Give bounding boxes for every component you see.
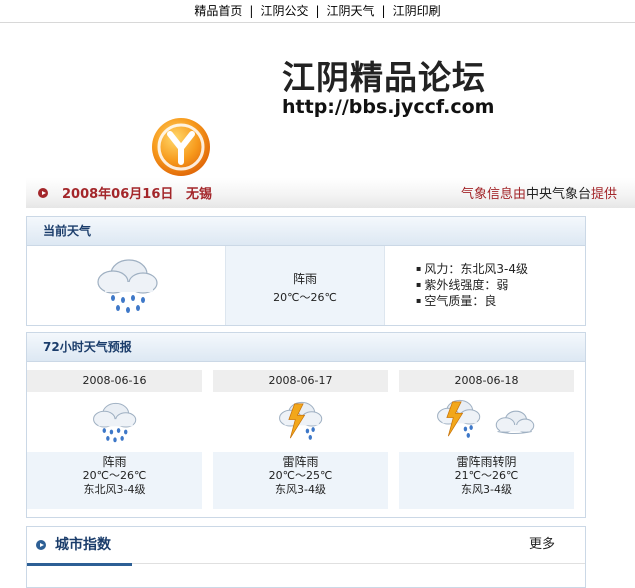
current-weather-icon-cell	[27, 246, 225, 325]
thunderstorm-icon	[437, 399, 481, 438]
rain-cloud-icon	[97, 259, 158, 313]
city-index-panel: 城市指数 更多	[26, 526, 586, 588]
current-date: 2008年06月16日	[62, 187, 174, 202]
forecast-wind: 东风3-4级	[461, 483, 512, 496]
nav-divider	[0, 22, 635, 23]
source-prefix: 气象信息由	[460, 187, 526, 202]
forecast-day: 2008-06-16 阵雨 20℃～26℃ 东北风3-4级	[27, 370, 202, 509]
top-nav: 精品首页 | 江阴公交 | 江阴天气 | 江阴印刷	[0, 0, 635, 23]
forecast-weather: 雷阵雨转阴	[456, 455, 517, 469]
forecast-info: 阵雨 20℃～26℃ 东北风3-4级	[27, 452, 202, 509]
wind-detail: 风力：东北风3-4级	[416, 261, 584, 277]
nav-bus-link[interactable]: 江阴公交	[253, 4, 315, 18]
forecast-day: 2008-06-17 雷阵雨 20℃～25℃ 东风3-4级	[213, 370, 388, 509]
forecast-temp: 20℃～25℃	[268, 469, 333, 482]
title-underline	[27, 563, 132, 566]
arrow-bullet-icon	[38, 188, 48, 198]
forecast-icon-cell	[399, 392, 574, 452]
forecast-temp: 21℃～26℃	[454, 469, 519, 482]
forecast-temp: 20℃～26℃	[82, 469, 147, 482]
nav-weather-link[interactable]: 江阴天气	[320, 4, 382, 18]
date-bar: 2008年06月16日 无锡 气象信息由中央气象台提供	[26, 178, 635, 208]
forecast-wind: 东风3-4级	[275, 483, 326, 496]
forecast-weather: 雷阵雨	[282, 455, 319, 469]
forecast-date: 2008-06-17	[213, 370, 388, 392]
data-source: 气象信息由中央气象台提供	[461, 183, 617, 202]
forecast-date: 2008-06-18	[399, 370, 574, 392]
forecast-date: 2008-06-16	[27, 370, 202, 392]
forecast-weather: 阵雨	[102, 455, 127, 469]
more-link[interactable]: 更多	[529, 527, 555, 563]
current-temp-range: 20℃～26℃	[273, 291, 337, 304]
thunderstorm-icon	[279, 401, 323, 440]
forecast-day: 2008-06-18 雷阵雨转阴 21℃～26℃ 东风3-4级	[399, 370, 574, 509]
current-weather-summary: 阵雨 20℃～26℃	[225, 246, 385, 325]
forecast-header: 72小时天气预报	[27, 333, 585, 362]
nav-separator: |	[381, 4, 386, 18]
nav-home-link[interactable]: 精品首页	[187, 4, 249, 18]
source-suffix: 提供	[590, 187, 617, 202]
source-org: 中央气象台	[525, 187, 591, 202]
rain-cloud-icon	[93, 402, 137, 443]
city-index-header: 城市指数 更多	[27, 527, 585, 566]
site-logo-url: http://bbs.jyccf.com	[282, 96, 495, 118]
forecast-icon-cell	[213, 392, 388, 452]
current-weather-text: 阵雨	[292, 272, 317, 286]
air-quality-detail: 空气质量：良	[416, 293, 584, 309]
forecast-panel: 72小时天气预报 2008-06-16 阵雨 20℃～26℃ 东北风3-4级 2…	[26, 332, 586, 518]
overcast-icon	[495, 410, 535, 435]
arrow-bullet-icon	[36, 540, 46, 550]
site-logo-title: 江阴精品论坛	[282, 58, 486, 97]
forecast-wind: 东北风3-4级	[83, 483, 146, 496]
current-weather-header: 当前天气	[27, 217, 585, 246]
city-index-title: 城市指数	[55, 537, 111, 553]
city-name: 无锡	[186, 187, 213, 202]
uv-detail: 紫外线强度：弱	[416, 277, 584, 293]
current-weather-details: 风力：东北风3-4级 紫外线强度：弱 空气质量：良	[384, 246, 584, 325]
forecast-icon-cell	[27, 392, 202, 452]
current-weather-panel: 当前天气 阵雨 20℃～26℃ 风力：东北风3-4级 紫外线强度：弱 空气质量：…	[26, 216, 586, 326]
nav-separator: |	[315, 4, 320, 18]
forecast-info: 雷阵雨 20℃～25℃ 东风3-4级	[213, 452, 388, 509]
nav-print-link[interactable]: 江阴印刷	[386, 4, 448, 18]
forecast-info: 雷阵雨转阴 21℃～26℃ 东风3-4级	[399, 452, 574, 509]
site-logo-icon	[152, 118, 210, 176]
